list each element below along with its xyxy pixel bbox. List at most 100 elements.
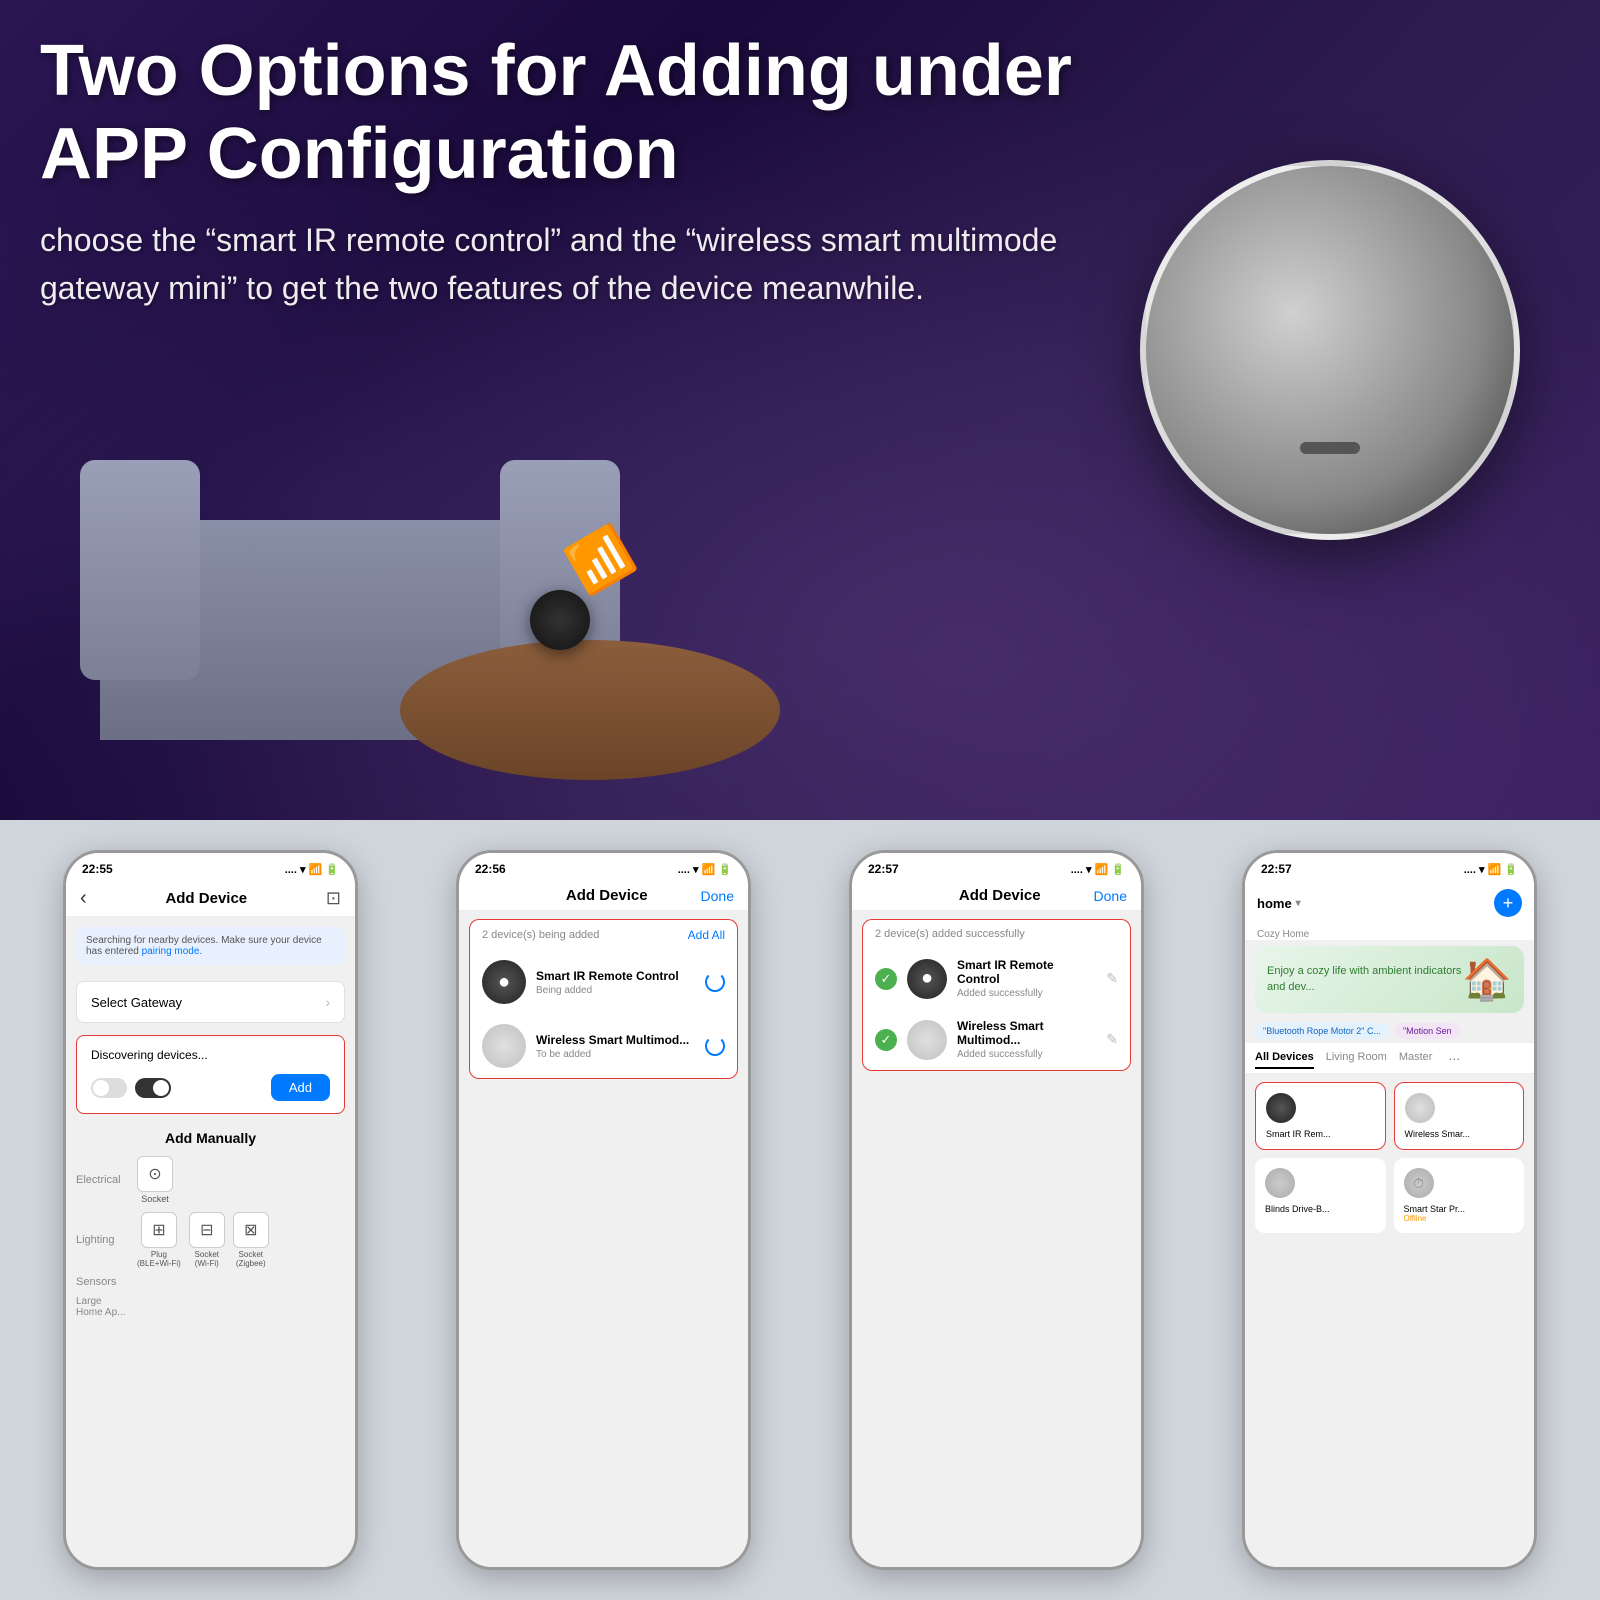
- home-device-dot-4: ⏱: [1404, 1168, 1434, 1198]
- add-button[interactable]: Add: [271, 1074, 330, 1101]
- device-name-1: Smart IR Remote Control: [536, 969, 695, 983]
- home-header: home ▾ +: [1245, 881, 1534, 925]
- success-info-2: Wireless Smart Multimod... Added success…: [957, 1019, 1096, 1060]
- socket-label: Socket: [141, 1194, 169, 1204]
- device-zoom-inner: [1146, 166, 1514, 534]
- home-banner-icon: 🏠: [1462, 956, 1512, 1003]
- large-home-label: LargeHome Ap...: [76, 1296, 131, 1318]
- hero-subtitle: choose the “smart IR remote control” and…: [40, 216, 1100, 312]
- screen4-content: home ▾ + Cozy Home Enjoy a cozy life wit…: [1245, 881, 1534, 1567]
- tab-all-devices[interactable]: All Devices: [1255, 1047, 1314, 1069]
- back-icon-1[interactable]: ‹: [80, 887, 87, 910]
- done-btn-3[interactable]: Done: [1094, 888, 1127, 904]
- device-spinner-2: [705, 1036, 725, 1056]
- scan-icon-1[interactable]: ⊡: [326, 888, 341, 909]
- hero-title: Two Options for Adding under APP Configu…: [40, 30, 1100, 196]
- tabs-row: All Devices Living Room Master ...: [1245, 1043, 1534, 1074]
- device-item-1: ● Smart IR Remote Control Being added: [469, 950, 738, 1014]
- home-device-card-3[interactable]: Blinds Drive-B...: [1255, 1158, 1386, 1233]
- time-1: 22:55: [82, 862, 113, 876]
- success-icon-1: ✓: [875, 968, 897, 990]
- home-device-offline-4: Offline: [1404, 1214, 1515, 1223]
- phone-screen-1: 22:55 .... ▾ 📶 🔋 ‹ Add Device ⊡ Searchin…: [63, 850, 358, 1570]
- gateway-row[interactable]: Select Gateway ›: [76, 981, 345, 1023]
- phone-screen-4: 22:57 .... ▾ 📶 🔋 home ▾ + Cozy Home Enjo…: [1242, 850, 1537, 1570]
- header-title-3: Add Device: [959, 887, 1041, 904]
- device-name-2: Wireless Smart Multimod...: [536, 1033, 695, 1047]
- large-home-row: LargeHome Ap...: [66, 1292, 355, 1322]
- device-avatar-1: ●: [482, 960, 526, 1004]
- coffee-table-decoration: [400, 640, 780, 780]
- discovering-title: Discovering devices...: [91, 1048, 330, 1062]
- devices-grid: Smart IR Rem... Wireless Smar... Blinds …: [1245, 1074, 1534, 1241]
- home-selector[interactable]: home ▾: [1257, 896, 1301, 911]
- edit-icon-2[interactable]: ✎: [1106, 1031, 1118, 1048]
- cozy-home-label: Cozy Home: [1245, 925, 1534, 940]
- lighting-icons: ⊞ Plug(BLE+Wi-Fi) ⊟ Socket(Wi-Fi) ⊠ Sock…: [137, 1212, 269, 1268]
- home-device-dot-2: [1405, 1093, 1435, 1123]
- plug-ble-wifi-item[interactable]: ⊞ Plug(BLE+Wi-Fi): [137, 1212, 181, 1268]
- home-device-dot-1: [1266, 1093, 1296, 1123]
- sensors-label: Sensors: [76, 1276, 131, 1288]
- home-device-dot-3: [1265, 1168, 1295, 1198]
- electrical-icons: ⊙ Socket: [137, 1156, 173, 1204]
- panels-section: 22:55 .... ▾ 📶 🔋 ‹ Add Device ⊡ Searchin…: [0, 820, 1600, 1600]
- socket-icon-item[interactable]: ⊙ Socket: [137, 1156, 173, 1204]
- edit-icon-1[interactable]: ✎: [1106, 970, 1118, 987]
- home-device-card-1[interactable]: Smart IR Rem...: [1255, 1082, 1386, 1150]
- device-status-2: To be added: [536, 1049, 695, 1060]
- home-banner-text: Enjoy a cozy life with ambient indicator…: [1267, 964, 1462, 995]
- done-btn-2[interactable]: Done: [701, 888, 734, 904]
- device-info-2: Wireless Smart Multimod... To be added: [536, 1033, 695, 1060]
- screen2-content: 2 device(s) being added Add All ● Smart …: [459, 911, 748, 1567]
- toggle-area: [91, 1078, 171, 1098]
- home-device-card-2[interactable]: Wireless Smar...: [1394, 1082, 1525, 1150]
- signal-icons-4: .... ▾ 📶 🔋: [1464, 863, 1518, 876]
- device-item-2: Wireless Smart Multimod... To be added: [469, 1014, 738, 1079]
- tab-living-room[interactable]: Living Room: [1326, 1047, 1387, 1069]
- success-avatar-2: [907, 1020, 947, 1060]
- home-device-name-2: Wireless Smar...: [1405, 1129, 1514, 1139]
- home-device-name-3: Blinds Drive-B...: [1265, 1204, 1376, 1214]
- add-home-button[interactable]: +: [1494, 889, 1522, 917]
- added-count: 2 device(s) added successfully: [875, 928, 1025, 940]
- success-status-1: Added successfully: [957, 988, 1096, 999]
- socket-zigbee-label: Socket(Zigbee): [236, 1250, 266, 1268]
- tag-2[interactable]: "Motion Sen: [1395, 1023, 1460, 1039]
- electrical-row: Electrical ⊙ Socket: [66, 1152, 355, 1208]
- pairing-mode-link[interactable]: pairing mode.: [142, 946, 203, 957]
- toggle-off[interactable]: [91, 1078, 127, 1098]
- tab-more[interactable]: ...: [1448, 1047, 1460, 1069]
- lighting-row: Lighting ⊞ Plug(BLE+Wi-Fi) ⊟ Socket(Wi-F…: [66, 1208, 355, 1272]
- success-name-1: Smart IR Remote Control: [957, 958, 1096, 986]
- electrical-label: Electrical: [76, 1174, 131, 1186]
- discovering-box: Discovering devices... Add: [76, 1035, 345, 1114]
- tab-master[interactable]: Master: [1399, 1047, 1433, 1069]
- phone-screen-2: 22:56 .... ▾ 📶 🔋 Add Device Done 2 devic…: [456, 850, 751, 1570]
- time-4: 22:57: [1261, 862, 1292, 876]
- app-header-2: Add Device Done: [459, 881, 748, 911]
- app-header-1: ‹ Add Device ⊡: [66, 881, 355, 917]
- toggle-on[interactable]: [135, 1078, 171, 1098]
- home-device-card-4[interactable]: ⏱ Smart Star Pr... Offline: [1394, 1158, 1525, 1233]
- signal-icons-1: .... ▾ 📶 🔋: [285, 863, 339, 876]
- gateway-chevron-icon: ›: [325, 994, 330, 1010]
- tag-1[interactable]: "Bluetooth Rope Motor 2" C...: [1255, 1023, 1389, 1039]
- home-device-name-4: Smart Star Pr...: [1404, 1204, 1515, 1214]
- socket-zigbee-icon: ⊠: [233, 1212, 269, 1248]
- plug-ble-label: Plug(BLE+Wi-Fi): [137, 1250, 181, 1268]
- being-added-banner: 2 device(s) being added Add All: [469, 919, 738, 950]
- header-title-1: Add Device: [165, 890, 247, 907]
- status-bar-4: 22:57 .... ▾ 📶 🔋: [1245, 853, 1534, 881]
- gateway-label: Select Gateway: [91, 995, 182, 1010]
- signal-icons-3: .... ▾ 📶 🔋: [1071, 863, 1125, 876]
- device-zoom-circle: [1140, 160, 1520, 540]
- plug-ble-wifi-icon: ⊞: [141, 1212, 177, 1248]
- ir-device-decoration: [530, 590, 590, 650]
- discovering-row: Add: [91, 1074, 330, 1101]
- device-spinner-1: [705, 972, 725, 992]
- status-bar-2: 22:56 .... ▾ 📶 🔋: [459, 853, 748, 881]
- socket-wifi-item[interactable]: ⊟ Socket(Wi-Fi): [189, 1212, 225, 1268]
- add-all-button[interactable]: Add All: [688, 928, 725, 942]
- socket-zigbee-item[interactable]: ⊠ Socket(Zigbee): [233, 1212, 269, 1268]
